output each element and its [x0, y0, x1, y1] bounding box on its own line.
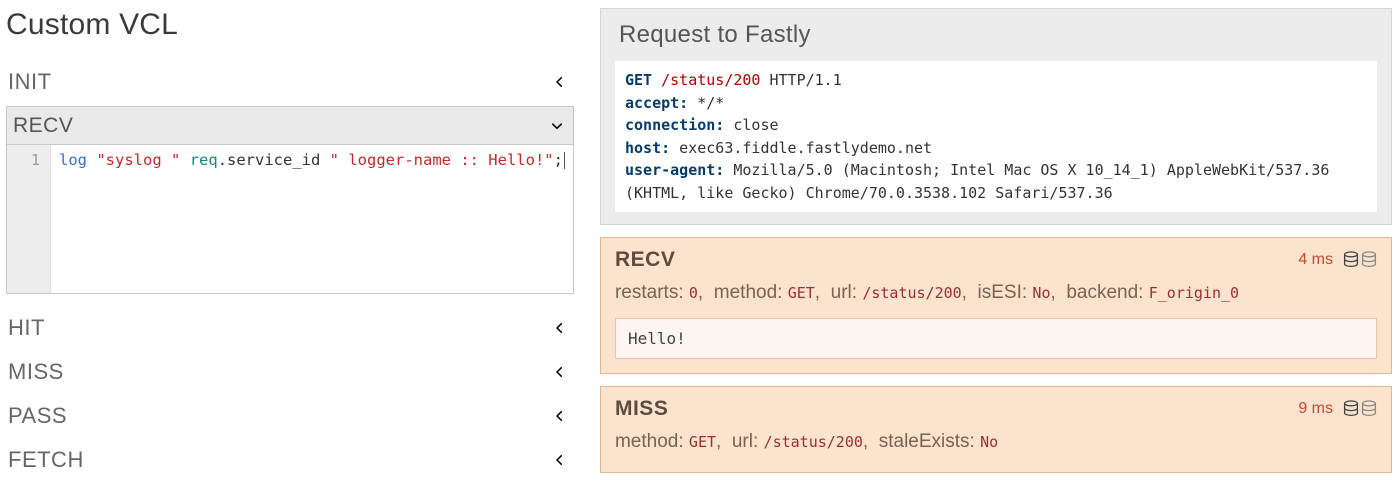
database-icon — [1343, 400, 1377, 418]
chevron-left-icon — [552, 320, 568, 336]
left-pane: Custom VCL INIT RECV 1 log "syslog " req… — [0, 0, 582, 501]
section-init-label: INIT — [8, 69, 52, 95]
section-recv-header[interactable]: RECV — [7, 107, 573, 145]
phase-recv: RECV 4 ms restarts: 0, method: GET, url: /… — [600, 237, 1392, 374]
right-pane: Request to Fastly GET /status/200 HTTP/1… — [582, 0, 1400, 501]
page-title: Custom VCL — [6, 8, 574, 42]
phase-time: 4 ms — [1298, 251, 1333, 269]
phase-log: Hello! — [615, 318, 1377, 359]
chevron-left-icon — [552, 364, 568, 380]
phase-title: RECV — [615, 248, 675, 272]
database-icon — [1343, 251, 1377, 269]
editor-code[interactable]: log "syslog " req.service_id " logger-na… — [51, 145, 573, 293]
section-recv-label: RECV — [13, 114, 73, 138]
phase-props: method: GET, url: /status/200, staleExis… — [615, 427, 1377, 457]
section-pass-label: PASS — [8, 403, 67, 429]
section-recv: RECV 1 log "syslog " req.service_id " lo… — [6, 106, 574, 294]
section-miss-label: MISS — [8, 359, 64, 385]
section-init[interactable]: INIT — [6, 60, 574, 104]
request-panel-title: Request to Fastly — [619, 21, 1377, 49]
section-pass[interactable]: PASS — [6, 394, 574, 438]
chevron-down-icon — [549, 118, 565, 134]
chevron-left-icon — [552, 74, 568, 90]
request-body: GET /status/200 HTTP/1.1accept: */*conne… — [615, 61, 1377, 212]
phase-time: 9 ms — [1298, 400, 1333, 418]
phases-container: RECV 4 ms restarts: 0, method: GET, url: /… — [600, 237, 1392, 473]
chevron-left-icon — [552, 452, 568, 468]
section-hit[interactable]: HIT — [6, 306, 574, 350]
phase-title: MISS — [615, 397, 668, 421]
section-miss[interactable]: MISS — [6, 350, 574, 394]
section-fetch[interactable]: FETCH — [6, 438, 574, 482]
section-hit-label: HIT — [8, 315, 45, 341]
section-fetch-label: FETCH — [8, 447, 84, 473]
phase-props: restarts: 0, method: GET, url: /status/2… — [615, 278, 1377, 308]
editor-gutter: 1 — [7, 145, 51, 293]
phase-miss: MISS 9 ms method: GET, url: /status/200, s… — [600, 386, 1392, 472]
code-editor[interactable]: 1 log "syslog " req.service_id " logger-… — [7, 145, 573, 293]
request-panel: Request to Fastly GET /status/200 HTTP/1… — [600, 8, 1392, 225]
chevron-left-icon — [552, 408, 568, 424]
